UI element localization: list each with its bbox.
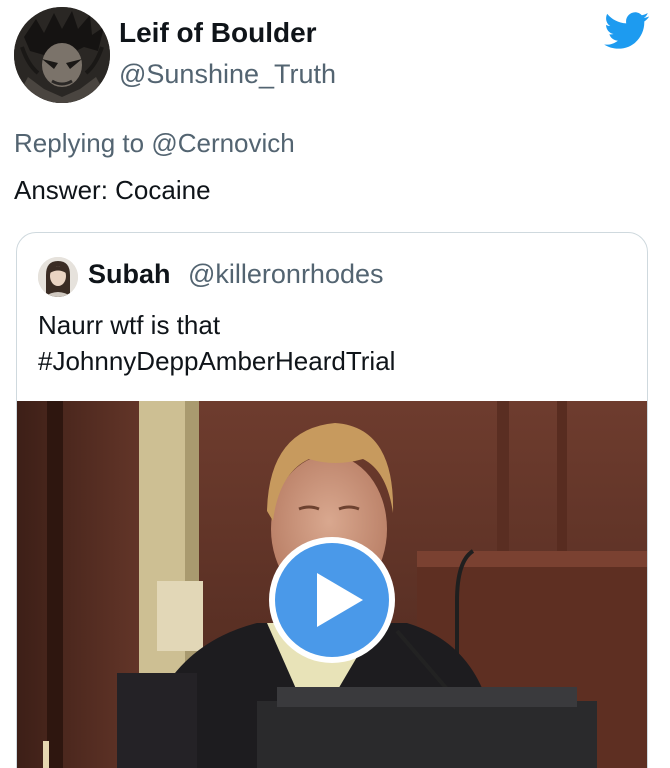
play-icon[interactable] <box>265 533 399 667</box>
hashtag-link[interactable]: #JohnnyDeppAmberHeardTrial <box>38 343 395 379</box>
author-display-name[interactable]: Leif of Boulder <box>119 17 317 49</box>
quoted-author-avatar[interactable] <box>38 257 78 297</box>
quoted-tweet-text: Naurr wtf is that #JohnnyDeppAmberHeardT… <box>38 307 395 379</box>
avatar-image <box>14 7 110 103</box>
quoted-tweet-card[interactable]: Subah @killeronrhodes Naurr wtf is that … <box>16 232 648 768</box>
author-handle[interactable]: @Sunshine_Truth <box>119 59 336 90</box>
quoted-text-line: Naurr wtf is that <box>38 310 221 340</box>
twitter-bird-icon[interactable] <box>604 12 650 50</box>
quoted-avatar-image <box>38 257 78 297</box>
replying-to-line: Replying to @Cernovich <box>14 128 295 159</box>
video-player[interactable] <box>17 401 647 768</box>
tweet-text: Answer: Cocaine <box>14 175 211 205</box>
author-avatar[interactable] <box>14 7 110 103</box>
quoted-author-handle[interactable]: @killeronrhodes <box>188 259 384 290</box>
replying-to-prefix: Replying to <box>14 128 152 158</box>
quoted-author-display-name[interactable]: Subah <box>88 259 171 290</box>
tweet-card: Leif of Boulder @Sunshine_Truth Replying… <box>0 0 670 768</box>
replying-to-user-link[interactable]: @Cernovich <box>151 128 294 158</box>
